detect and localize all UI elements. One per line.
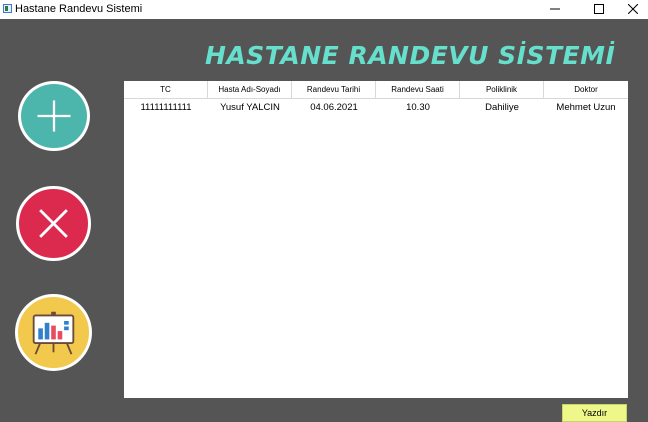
cell-date: 04.06.2021 bbox=[310, 102, 358, 113]
close-icon bbox=[628, 4, 638, 14]
window-title: Hastane Randevu Sistemi bbox=[15, 3, 143, 15]
table-header: TC Hasta Adı-Soyadı Randevu Tarihi Rande… bbox=[124, 81, 628, 99]
minimize-icon bbox=[550, 8, 560, 10]
column-header-date[interactable]: Randevu Tarihi bbox=[292, 81, 376, 98]
page-title: HASTANE RANDEVU SİSTEMİ bbox=[205, 41, 616, 70]
add-appointment-button[interactable] bbox=[18, 81, 90, 151]
plus-icon bbox=[37, 100, 71, 132]
chart-presentation-icon bbox=[32, 311, 75, 355]
column-header-time[interactable]: Randevu Saati bbox=[376, 81, 460, 98]
cell-tc: 11111111111 bbox=[140, 102, 192, 113]
minimize-button[interactable] bbox=[540, 0, 570, 19]
maximize-button[interactable] bbox=[584, 0, 614, 19]
column-header-doctor[interactable]: Doktor bbox=[544, 81, 628, 98]
column-header-tc[interactable]: TC bbox=[124, 81, 208, 98]
delete-appointment-button[interactable] bbox=[16, 186, 91, 261]
cell-time: 10.30 bbox=[406, 102, 430, 113]
cell-patient-name: Yusuf YALCIN bbox=[220, 102, 280, 113]
main-content: HASTANE RANDEVU SİSTEMİ TC Hasta Adı-Soy… bbox=[0, 19, 648, 422]
close-window-button[interactable] bbox=[618, 0, 648, 19]
appointments-table[interactable]: TC Hasta Adı-Soyadı Randevu Tarihi Rande… bbox=[124, 81, 628, 398]
maximize-icon bbox=[594, 4, 604, 14]
cell-doctor: Mehmet Uzun bbox=[556, 102, 616, 113]
report-button[interactable] bbox=[15, 294, 92, 371]
table-row[interactable]: 11111111111 Yusuf YALCIN 04.06.2021 10.3… bbox=[124, 99, 628, 117]
app-form-icon bbox=[3, 4, 12, 13]
column-header-clinic[interactable]: Poliklinik bbox=[460, 81, 544, 98]
column-header-patient-name[interactable]: Hasta Adı-Soyadı bbox=[208, 81, 292, 98]
window-titlebar: Hastane Randevu Sistemi bbox=[0, 0, 648, 19]
cell-clinic: Dahiliye bbox=[485, 102, 519, 113]
close-icon bbox=[39, 209, 68, 238]
